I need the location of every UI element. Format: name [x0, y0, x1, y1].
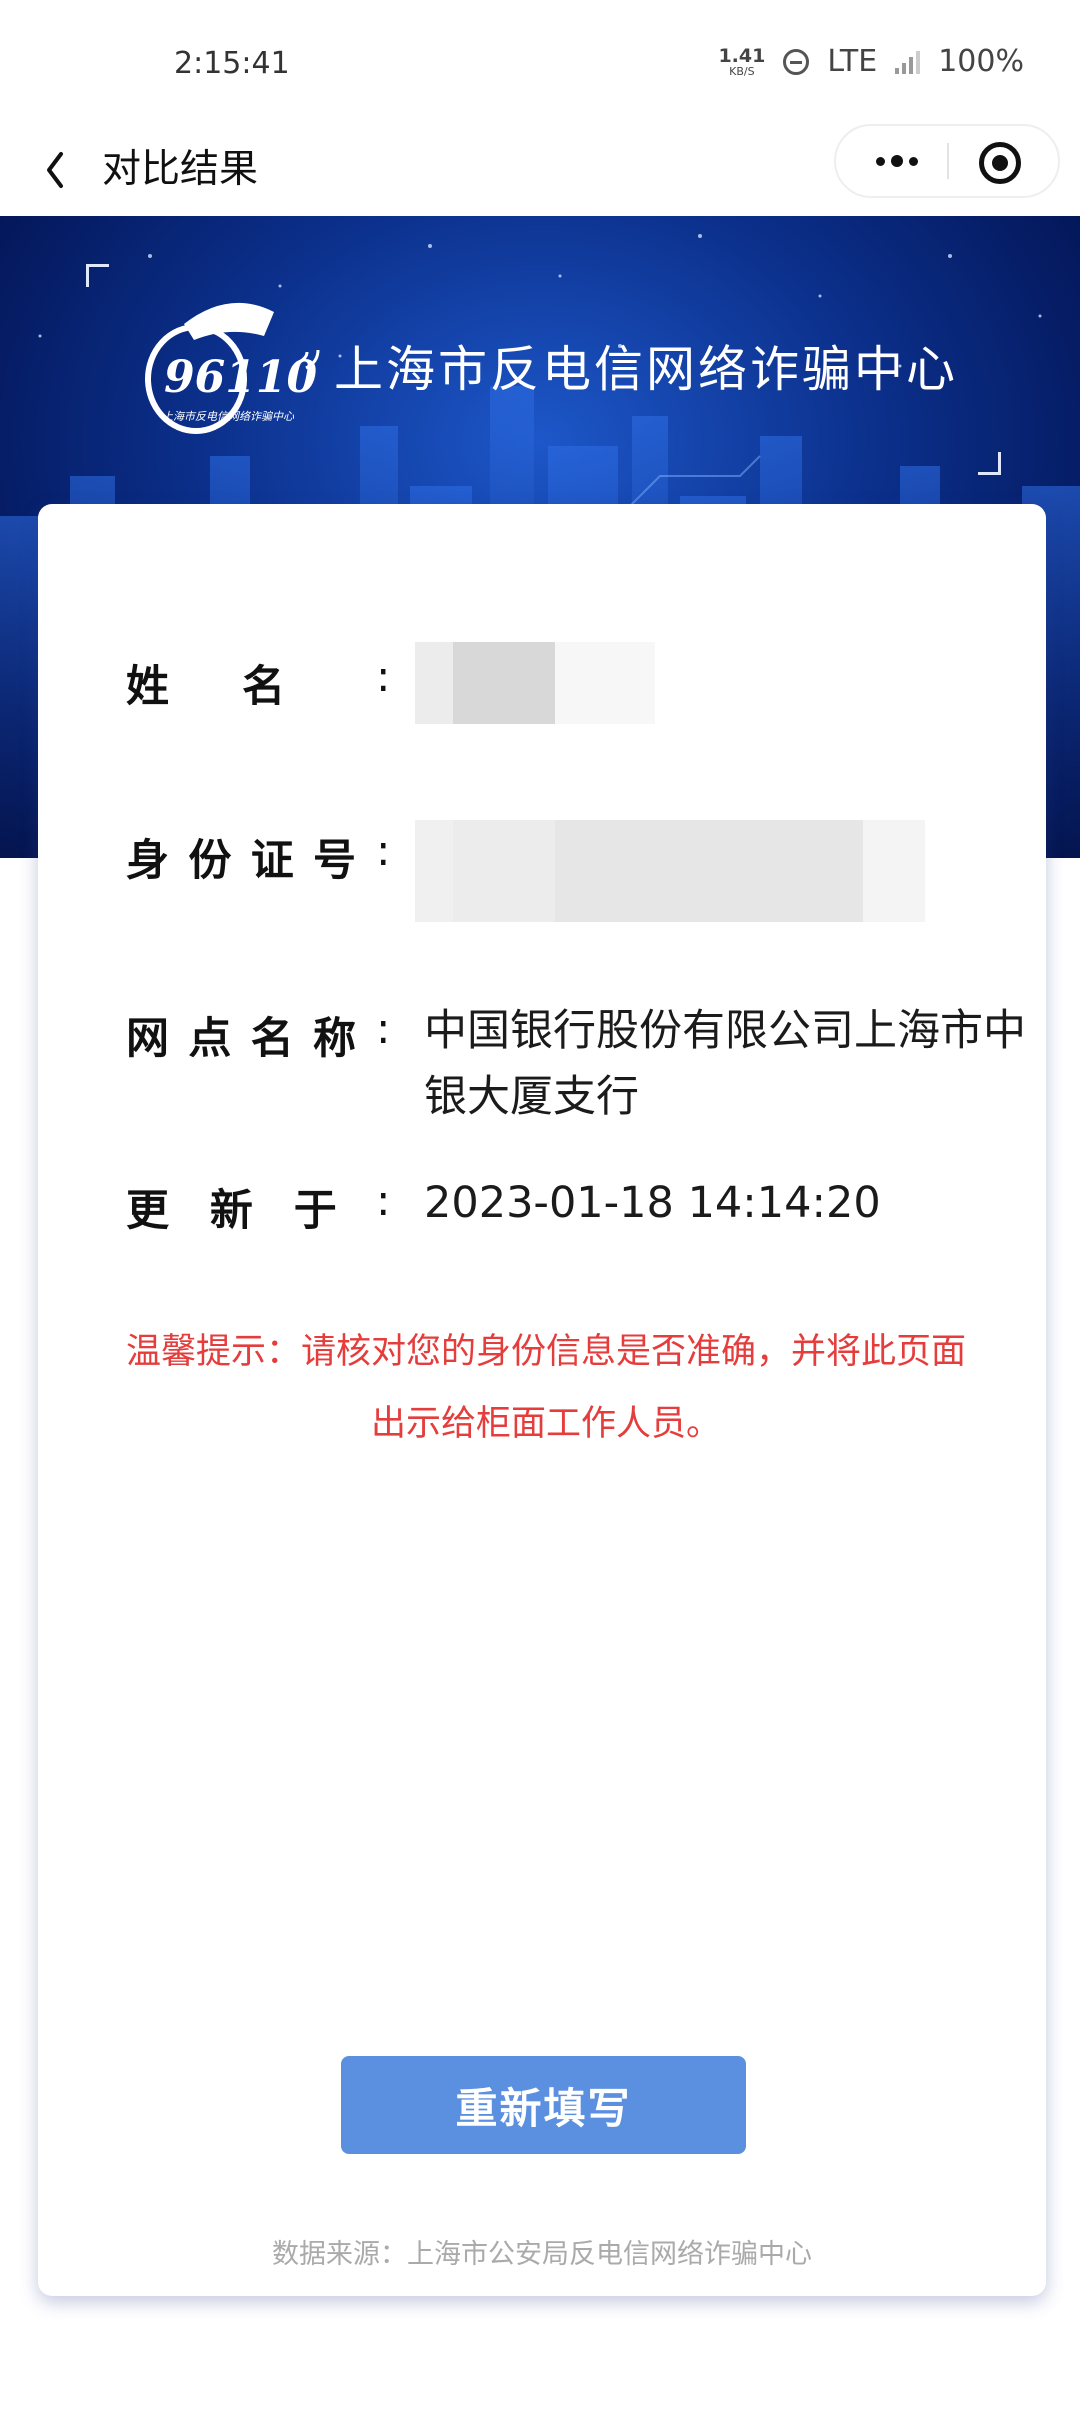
close-mini-program-icon[interactable] — [979, 142, 1021, 184]
status-time: 2:15:41 — [174, 46, 290, 81]
updated-value: 2023-01-18 14:14:20 — [424, 1178, 881, 1228]
more-icon[interactable] — [856, 126, 938, 196]
capsule-divider — [947, 143, 949, 179]
name-colon: : — [376, 652, 391, 702]
page-title: 对比结果 — [102, 147, 259, 192]
name-redaction — [453, 642, 555, 724]
refill-button[interactable]: 重新填写 — [341, 2056, 746, 2154]
nav-bar: 对比结果 — [0, 124, 1080, 216]
mini-program-capsule — [834, 124, 1060, 198]
network-speed: 1.41 KB/S — [718, 44, 766, 78]
id-redaction — [415, 820, 453, 922]
updated-label: 更新于 — [126, 1186, 378, 1236]
status-bar: 2:15:41 1.41 KB/S LTE 100% — [0, 0, 1080, 130]
name-redaction — [415, 642, 453, 724]
back-icon[interactable] — [36, 140, 96, 200]
name-label: 姓名 — [126, 662, 359, 712]
id-redaction — [555, 820, 863, 922]
battery-level: 100% — [938, 44, 1024, 79]
status-indicators: 1.41 KB/S LTE 100% — [718, 44, 1024, 79]
network-speed-unit: KB/S — [729, 64, 755, 78]
branch-colon: : — [376, 1004, 391, 1054]
do-not-disturb-icon — [783, 48, 810, 75]
network-type: LTE — [827, 44, 878, 79]
id-colon: : — [376, 826, 391, 876]
branch-label: 网点名称 — [126, 1014, 376, 1064]
corner-bracket — [978, 452, 1001, 475]
signal-icon — [895, 50, 921, 74]
id-redaction — [863, 820, 925, 922]
corner-bracket — [86, 264, 109, 287]
warm-tip: 温馨提示：请核对您的身份信息是否准确，并将此页面出示给柜面工作人员。 — [126, 1332, 967, 1444]
logo-number: 96110 — [164, 352, 317, 403]
data-source: 数据来源：上海市公安局反电信网络诈骗中心 — [272, 2239, 812, 2270]
id-number-label: 身份证号 — [126, 836, 376, 886]
result-card: 姓名 : 身份证号 : 网点名称 : 中国银行股份有限公司上海市中银大厦支行 更… — [38, 504, 1046, 2296]
96110-logo: 96110 上海市反电信网络诈骗中心 — [145, 302, 320, 434]
id-redaction — [453, 820, 555, 922]
name-redaction — [555, 642, 655, 724]
network-speed-value: 1.41 — [718, 44, 766, 67]
updated-colon: : — [376, 1176, 391, 1226]
logo-caption: 上海市反电信网络诈骗中心 — [162, 410, 295, 423]
branch-value: 中国银行股份有限公司上海市中银大厦支行 — [424, 1006, 1026, 1122]
banner-title: 上海市反电信网络诈骗中心 — [334, 341, 959, 398]
